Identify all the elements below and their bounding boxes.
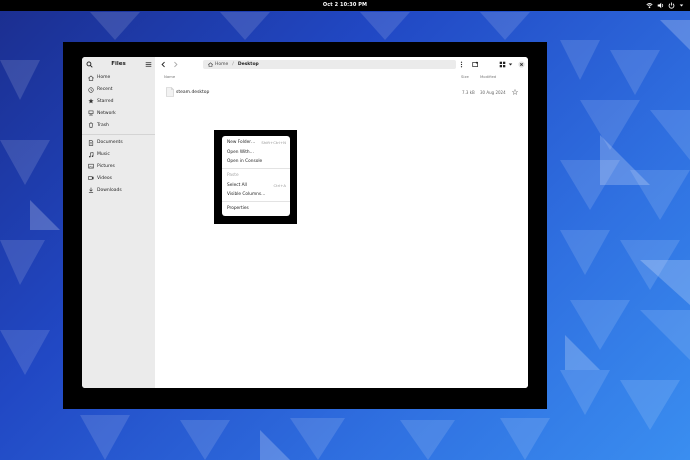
sidebar-item-downloads[interactable]: Downloads — [82, 184, 155, 196]
breadcrumb-home-label: Home — [215, 62, 229, 67]
sidebar-divider — [82, 133, 155, 135]
clock[interactable]: Oct 2 10:30 PM — [0, 2, 690, 8]
file-icon — [166, 87, 174, 97]
breadcrumb-separator: / — [232, 62, 234, 67]
sidebar-item-recent[interactable]: Recent — [82, 84, 155, 96]
close-icon[interactable] — [518, 61, 525, 68]
star-icon[interactable] — [512, 88, 518, 95]
menu-item-open-in-console[interactable]: Open in Console — [227, 158, 286, 165]
star-icon — [88, 98, 94, 104]
sidebar-item-label: Starred — [97, 98, 114, 104]
menu-item-label: Select All — [227, 182, 247, 188]
sidebar-item-network[interactable]: Network — [82, 107, 155, 119]
volume-icon — [657, 2, 664, 9]
sidebar-item-starred[interactable]: Starred — [82, 96, 155, 108]
column-size-header[interactable]: Size — [461, 74, 469, 79]
chevron-down-icon[interactable] — [508, 61, 513, 68]
sidebar-item-label: Videos — [97, 175, 112, 181]
menu-item-select-all[interactable]: Select All Ctrl+A — [227, 182, 286, 189]
breadcrumb-home[interactable]: Home — [208, 62, 228, 67]
menu-item-label: Open in Console — [227, 159, 263, 164]
system-tray[interactable] — [646, 1, 684, 10]
home-icon — [208, 62, 213, 67]
menu-item-label: Properties — [227, 206, 249, 211]
breadcrumb-current[interactable]: Desktop — [238, 62, 259, 67]
menu-item-properties[interactable]: Properties — [227, 205, 286, 212]
menu-divider — [222, 168, 290, 169]
menu-item-open-with[interactable]: Open With… — [227, 149, 286, 156]
menu-item-visible-columns[interactable]: Visible Columns… — [227, 191, 286, 198]
menu-divider — [222, 201, 290, 202]
hamburger-menu-icon[interactable] — [145, 61, 152, 68]
sidebar-item-videos[interactable]: Videos — [82, 172, 155, 184]
sidebar: Files Home Recent Starred Network Trash … — [82, 57, 155, 388]
music-icon — [89, 151, 94, 158]
menu-arrow-icon — [679, 4, 684, 7]
sidebar-item-label: Recent — [97, 87, 113, 93]
network-icon — [88, 110, 94, 116]
sidebar-places: Home Recent Starred Network Trash — [82, 72, 155, 131]
path-bar[interactable]: Home / Desktop — [203, 60, 456, 69]
videos-icon — [88, 176, 94, 181]
sidebar-item-label: Pictures — [97, 163, 115, 169]
column-name-header[interactable]: Name — [164, 74, 175, 79]
sidebar-item-trash[interactable]: Trash — [82, 119, 155, 131]
sidebar-item-label: Documents — [97, 140, 123, 146]
column-header: Name Size Modified — [155, 72, 528, 80]
menu-item-accel: Shift+Ctrl+N — [261, 140, 286, 145]
menu-item-accel: Ctrl+A — [273, 182, 286, 188]
file-modified: 30 Aug 2024 — [480, 89, 506, 95]
back-icon[interactable] — [160, 61, 167, 68]
sidebar-item-label: Music — [97, 152, 110, 158]
sidebar-item-label: Home — [97, 75, 111, 81]
sidebar-item-label: Trash — [97, 122, 109, 128]
sidebar-item-pictures[interactable]: Pictures — [82, 161, 155, 173]
file-size: 7.3 kB — [462, 89, 475, 95]
file-name: steam.desktop — [176, 89, 210, 95]
column-modified-header[interactable]: Modified — [480, 74, 496, 79]
sidebar-item-music[interactable]: Music — [82, 149, 155, 161]
sidebar-item-documents[interactable]: Documents — [82, 137, 155, 149]
menu-item-label: Open With… — [227, 149, 254, 155]
grid-view-icon[interactable] — [499, 61, 506, 68]
pictures-icon — [88, 164, 94, 169]
downloads-icon — [88, 187, 94, 193]
files-window: Files Home Recent Starred Network Trash … — [82, 57, 528, 388]
more-options-icon[interactable] — [459, 61, 464, 68]
sidebar-bookmarks: Documents Music Pictures Videos Download… — [82, 137, 155, 196]
header-bar: Home / Desktop — [155, 57, 528, 72]
sidebar-item-label: Downloads — [97, 187, 122, 193]
top-bar: Oct 2 10:30 PM — [0, 0, 690, 11]
home-icon — [88, 75, 94, 81]
new-tab-icon[interactable] — [472, 61, 479, 68]
clock-icon — [88, 87, 94, 93]
menu-item-paste: Paste — [227, 172, 286, 179]
main-content: Home / Desktop Name Size Modified steam.… — [155, 57, 528, 388]
menu-item-new-folder[interactable]: New Folder… Shift+Ctrl+N — [227, 139, 286, 146]
menu-item-label: New Folder… — [227, 140, 256, 145]
menu-item-label: Visible Columns… — [227, 192, 266, 197]
documents-icon — [88, 140, 94, 146]
context-menu: New Folder… Shift+Ctrl+N Open With… Open… — [222, 136, 290, 216]
forward-icon[interactable] — [172, 61, 179, 68]
sidebar-item-home[interactable]: Home — [82, 72, 155, 84]
network-wired-icon — [646, 2, 653, 9]
file-row[interactable]: steam.desktop 7.3 kB 30 Aug 2024 — [155, 86, 528, 98]
power-icon — [668, 2, 675, 9]
menu-item-label: Paste — [227, 173, 239, 178]
sidebar-item-label: Network — [97, 110, 116, 116]
sidebar-header: Files — [82, 57, 155, 72]
trash-icon — [88, 122, 94, 128]
